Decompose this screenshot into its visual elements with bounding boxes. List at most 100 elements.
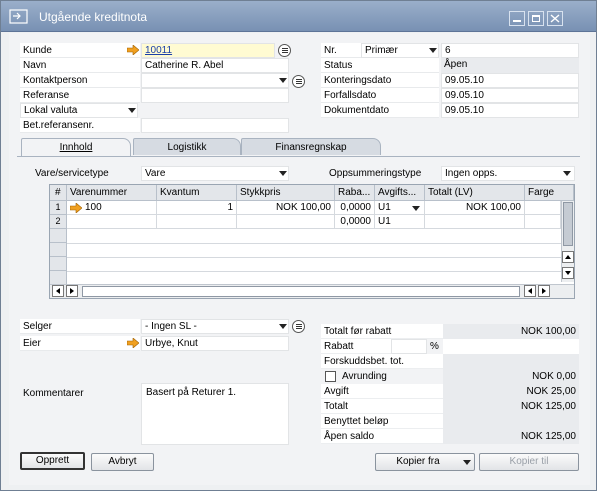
forfallsdato-field[interactable]: 09.05.10 [441, 88, 579, 103]
list-button[interactable] [292, 320, 305, 333]
kopier-til-button[interactable]: Kopier til [479, 453, 579, 471]
konteringsdato-field[interactable]: 09.05.10 [441, 73, 579, 88]
scroll-right-button[interactable] [538, 285, 550, 297]
vare-label: Vare/servicetype [35, 168, 109, 179]
column-header: # [50, 185, 67, 201]
eier-field[interactable]: Urbye, Knut [141, 336, 289, 351]
varenummer-cell[interactable]: 100 [67, 201, 157, 215]
chevron-down-icon[interactable] [463, 460, 471, 465]
scroll-up-button[interactable] [562, 251, 574, 263]
avgift-value: NOK 25,00 [443, 384, 579, 399]
row-number[interactable] [50, 257, 67, 271]
arrow-up-icon [565, 255, 571, 259]
arrow-right-icon [70, 288, 74, 294]
row-number[interactable]: 1 [50, 201, 67, 215]
chevron-down-icon[interactable] [279, 324, 287, 329]
row-number[interactable] [50, 243, 67, 257]
eier-label: Eier [20, 336, 140, 351]
scroll-left-button[interactable] [524, 285, 536, 297]
betref-field[interactable] [141, 118, 289, 133]
row-number[interactable] [50, 271, 67, 285]
totalt-cell[interactable] [425, 215, 525, 229]
close-button[interactable] [547, 11, 563, 26]
benyttet-value [443, 414, 579, 429]
oppsummering-label: Oppsummeringstype [329, 168, 422, 179]
rabatt-cell[interactable]: 0,0000 [335, 201, 375, 215]
credit-note-window: Utgående kreditnota Kunde 10011 Navn Cat… [0, 0, 597, 491]
column-header[interactable]: Kvantum [157, 185, 237, 201]
varenummer-cell[interactable] [67, 215, 157, 229]
arrow-left-icon [56, 288, 60, 294]
row-number[interactable]: 2 [50, 215, 67, 229]
farge-cell[interactable] [525, 201, 561, 215]
totalt-value: NOK 125,00 [443, 399, 579, 414]
kvantum-cell[interactable] [157, 215, 237, 229]
chevron-down-icon[interactable] [128, 108, 136, 113]
opprett-button[interactable]: Opprett [20, 452, 85, 470]
vare-select[interactable]: Vare [141, 166, 289, 181]
stykkpris-cell[interactable]: NOK 100,00 [237, 201, 335, 215]
link-arrow-icon[interactable] [127, 45, 139, 55]
scroll-right-button[interactable] [66, 285, 78, 297]
column-header[interactable]: Varenummer [67, 185, 157, 201]
nr-field[interactable]: 6 [441, 43, 579, 58]
avbryt-button[interactable]: Avbryt [91, 453, 154, 471]
column-header[interactable]: Raba... [335, 185, 375, 201]
kvantum-cell[interactable]: 1 [157, 201, 237, 215]
row-number[interactable] [50, 229, 67, 243]
currency-select[interactable]: Lokal valuta [20, 103, 138, 118]
scroll-thumb[interactable] [82, 286, 520, 297]
column-header[interactable]: Stykkpris [237, 185, 335, 201]
chevron-down-icon[interactable] [279, 78, 287, 83]
kontaktperson-field[interactable] [141, 73, 289, 88]
arrow-left-icon [528, 288, 532, 294]
stykkpris-cell[interactable] [237, 215, 335, 229]
betref-label: Bet.referansenr. [20, 118, 140, 133]
line-items-table: # Varenummer Kvantum Stykkpris Raba... A… [49, 184, 575, 299]
scroll-down-button[interactable] [562, 267, 574, 279]
column-header[interactable]: Totalt (LV) [425, 185, 525, 201]
minimize-button[interactable] [509, 11, 525, 26]
column-header[interactable]: Farge [525, 185, 574, 201]
navn-field[interactable]: Catherine R. Abel [141, 58, 289, 73]
kommentarer-textarea[interactable]: Basert på Returer 1. [141, 383, 289, 445]
vertical-scrollbar[interactable] [561, 201, 574, 282]
chevron-down-icon[interactable] [563, 171, 571, 176]
list-button[interactable] [292, 75, 305, 88]
rabatt-percent-field[interactable] [391, 339, 427, 354]
avrunding-checkbox[interactable] [325, 371, 336, 382]
link-arrow-icon[interactable] [127, 338, 139, 348]
totalt-cell[interactable]: NOK 100,00 [425, 201, 525, 215]
forskudd-value [443, 354, 579, 369]
tab-logistikk[interactable]: Logistikk [133, 138, 241, 155]
chevron-down-icon[interactable] [279, 171, 287, 176]
chevron-down-icon[interactable] [429, 48, 437, 53]
tab-innhold[interactable]: Innhold [21, 138, 131, 156]
selger-select[interactable]: - Ingen SL - [141, 319, 289, 334]
dokumentdato-field[interactable]: 09.05.10 [441, 103, 579, 118]
avgift-cell[interactable]: U1 [375, 215, 425, 229]
form-content: Kunde 10011 Navn Catherine R. Abel Konta… [9, 33, 590, 485]
oppsummering-select[interactable]: Ingen opps. [441, 166, 575, 181]
kopier-fra-button[interactable]: Kopier fra [375, 453, 475, 471]
horizontal-scrollbar[interactable] [50, 284, 574, 298]
scroll-thumb[interactable] [563, 202, 573, 246]
list-button[interactable] [278, 44, 291, 57]
maximize-button[interactable] [528, 11, 544, 26]
forfallsdato-label: Forfallsdato [321, 88, 439, 103]
rabatt-cell[interactable]: 0,0000 [335, 215, 375, 229]
referanse-field[interactable] [141, 88, 289, 103]
rabatt-amount-field[interactable] [443, 339, 579, 354]
nr-label: Nr. [321, 43, 361, 58]
farge-cell[interactable] [525, 215, 561, 229]
nr-series-select[interactable]: Primær [361, 43, 439, 58]
percent-sign: % [430, 341, 439, 352]
row-divider [67, 243, 561, 244]
chevron-down-icon[interactable] [412, 206, 420, 211]
scroll-left-button[interactable] [52, 285, 64, 297]
column-header[interactable]: Avgifts... [375, 185, 425, 201]
apen-saldo-label: Åpen saldo [321, 429, 443, 444]
kunde-field[interactable]: 10011 [141, 43, 275, 58]
selger-label: Selger [20, 319, 140, 334]
tab-finansregnskap[interactable]: Finansregnskap [241, 138, 381, 155]
